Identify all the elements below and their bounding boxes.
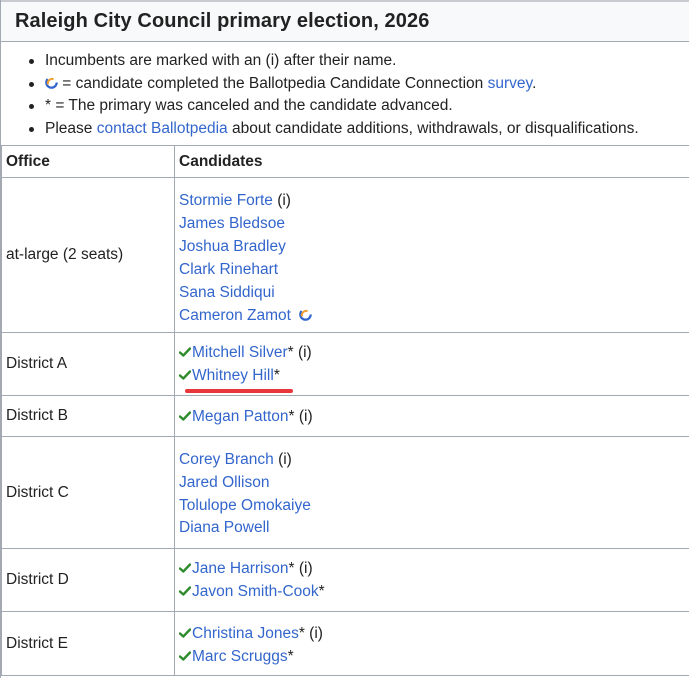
checkmark-icon xyxy=(178,405,192,421)
title-bar: Raleigh City Council primary election, 2… xyxy=(1,0,689,42)
candidate-entry: Whitney Hill* xyxy=(178,364,684,387)
candidate-link[interactable]: Joshua Bradley xyxy=(179,238,286,255)
candidate-entry: Megan Patton* (i) xyxy=(178,405,684,428)
candidate-link[interactable]: Stormie Forte xyxy=(179,192,273,209)
candidate-suffix: * (i) xyxy=(298,624,323,642)
note-canceled-text: * = The primary was canceled and the can… xyxy=(45,97,453,115)
candidate-link[interactable]: Megan Patton xyxy=(192,408,289,425)
note-contact-pre: Please xyxy=(45,120,97,138)
table-row: District A Mitchell Silver* (i) Whitney Hi… xyxy=(1,332,689,396)
candidate-entry: Javon Smith-Cook* xyxy=(178,580,684,603)
candidates-column-header: Candidates xyxy=(174,145,689,178)
candidates-cell: Megan Patton* (i) xyxy=(174,395,689,437)
table-row: District B Megan Patton* (i) xyxy=(1,395,689,437)
candidate-entry: James Bledsoe xyxy=(179,212,684,235)
candidate-entry: Jane Harrison* (i) xyxy=(178,557,684,580)
candidate-suffix: * (i) xyxy=(288,560,313,578)
candidate-link[interactable]: Marc Scruggs xyxy=(192,648,288,665)
candidate-link[interactable]: James Bledsoe xyxy=(179,215,285,232)
candidate-entry: Christina Jones* (i) xyxy=(178,622,684,645)
note-incumbent: Incumbents are marked with an (i) after … xyxy=(29,50,639,73)
note-candidate-connection: = candidate completed the Ballotpedia Ca… xyxy=(29,73,639,96)
candidates-cell: Jane Harrison* (i) Javon Smith-Cook* xyxy=(174,548,689,612)
note-cc-end: . xyxy=(532,74,537,92)
candidates-table: Office Candidates at-large (2 seats) Stor… xyxy=(1,145,689,676)
candidate-link[interactable]: Clark Rinehart xyxy=(179,261,278,278)
candidate-entry: Marc Scruggs* xyxy=(178,645,684,668)
candidates-cell: Mitchell Silver* (i) Whitney Hill* xyxy=(174,332,689,396)
candidate-link[interactable]: Whitney Hill xyxy=(192,367,274,384)
table-row: District D Jane Harrison* (i) Javon Smith-… xyxy=(1,548,689,612)
candidate-entry: Clark Rinehart xyxy=(179,258,684,281)
note-canceled: * = The primary was canceled and the can… xyxy=(29,95,639,118)
table-row: at-large (2 seats) Stormie Forte (i) James… xyxy=(1,177,689,333)
checkmark-icon xyxy=(178,622,192,638)
table-row: District C Corey Branch (i) Jared Ollison T… xyxy=(1,436,689,549)
candidate-suffix: * (i) xyxy=(288,407,313,425)
table-row: District E Christina Jones* (i) Marc Scrug… xyxy=(1,611,689,676)
contact-ballotpedia-link[interactable]: contact Ballotpedia xyxy=(97,120,228,137)
note-cc-text: = candidate completed the Ballotpedia Ca… xyxy=(58,74,488,92)
candidates-cell: Corey Branch (i) Jared Ollison Tolulope Om… xyxy=(174,436,689,549)
candidate-suffix: * xyxy=(273,367,280,384)
candidate-entry: Sana Siddiqui xyxy=(179,281,684,304)
candidate-suffix: (i) xyxy=(272,192,291,210)
candidate-entry: Tolulope Omokaiye xyxy=(179,494,684,517)
candidate-entry: Stormie Forte (i) xyxy=(179,189,684,212)
candidate-link[interactable]: Mitchell Silver xyxy=(192,344,288,361)
red-underline-annotation xyxy=(185,389,293,393)
candidate-link[interactable]: Christina Jones xyxy=(192,625,299,642)
candidates-cell: Christina Jones* (i) Marc Scruggs* xyxy=(174,611,689,676)
checkmark-icon xyxy=(178,364,192,380)
candidate-suffix: * (i) xyxy=(287,344,312,362)
office-cell: District B xyxy=(1,395,175,437)
candidate-connection-icon xyxy=(45,74,58,89)
office-cell: District A xyxy=(1,332,175,396)
candidate-suffix: * xyxy=(287,647,294,665)
checkmark-icon xyxy=(178,645,192,661)
candidate-link[interactable]: Jared Ollison xyxy=(179,474,269,491)
table-header-row: Office Candidates xyxy=(1,145,689,178)
election-box: Raleigh City Council primary election, 2… xyxy=(0,0,689,678)
candidate-suffix: * xyxy=(318,583,325,600)
notes-list: Incumbents are marked with an (i) after … xyxy=(1,50,639,141)
candidate-connection-icon[interactable] xyxy=(299,305,312,321)
page-title: Raleigh City Council primary election, 2… xyxy=(15,10,430,32)
candidate-entry: Corey Branch (i) xyxy=(179,448,684,471)
checkmark-icon xyxy=(178,580,192,596)
candidate-link[interactable]: Sana Siddiqui xyxy=(179,284,275,301)
candidate-suffix: (i) xyxy=(273,450,292,468)
note-contact: Please contact Ballotpedia about candida… xyxy=(29,118,639,141)
candidate-link[interactable]: Diana Powell xyxy=(179,519,269,536)
candidate-entry: Jared Ollison xyxy=(179,471,684,494)
note-contact-post: about candidate additions, withdrawals, … xyxy=(227,120,639,138)
candidates-cell: Stormie Forte (i) James Bledsoe Joshua Bra… xyxy=(174,177,689,333)
candidate-link[interactable]: Cameron Zamot xyxy=(179,307,291,324)
checkmark-icon xyxy=(178,557,192,573)
candidate-link[interactable]: Jane Harrison xyxy=(192,560,289,577)
office-cell: District D xyxy=(1,548,175,612)
survey-link[interactable]: survey xyxy=(488,75,533,92)
candidate-entry: Mitchell Silver* (i) xyxy=(178,341,684,364)
note-incumbent-text: Incumbents are marked with an (i) after … xyxy=(45,52,397,69)
office-cell: at-large (2 seats) xyxy=(1,177,175,333)
candidate-entry: Cameron Zamot xyxy=(179,304,684,327)
candidate-link[interactable]: Tolulope Omokaiye xyxy=(179,497,311,514)
candidate-entry: Diana Powell xyxy=(179,516,684,539)
candidate-link[interactable]: Javon Smith-Cook xyxy=(192,583,319,600)
candidate-link[interactable]: Corey Branch xyxy=(179,451,274,468)
office-cell: District E xyxy=(1,611,175,676)
checkmark-icon xyxy=(178,341,192,357)
office-cell: District C xyxy=(1,436,175,549)
candidate-entry: Joshua Bradley xyxy=(179,235,684,258)
office-column-header: Office xyxy=(1,145,175,178)
